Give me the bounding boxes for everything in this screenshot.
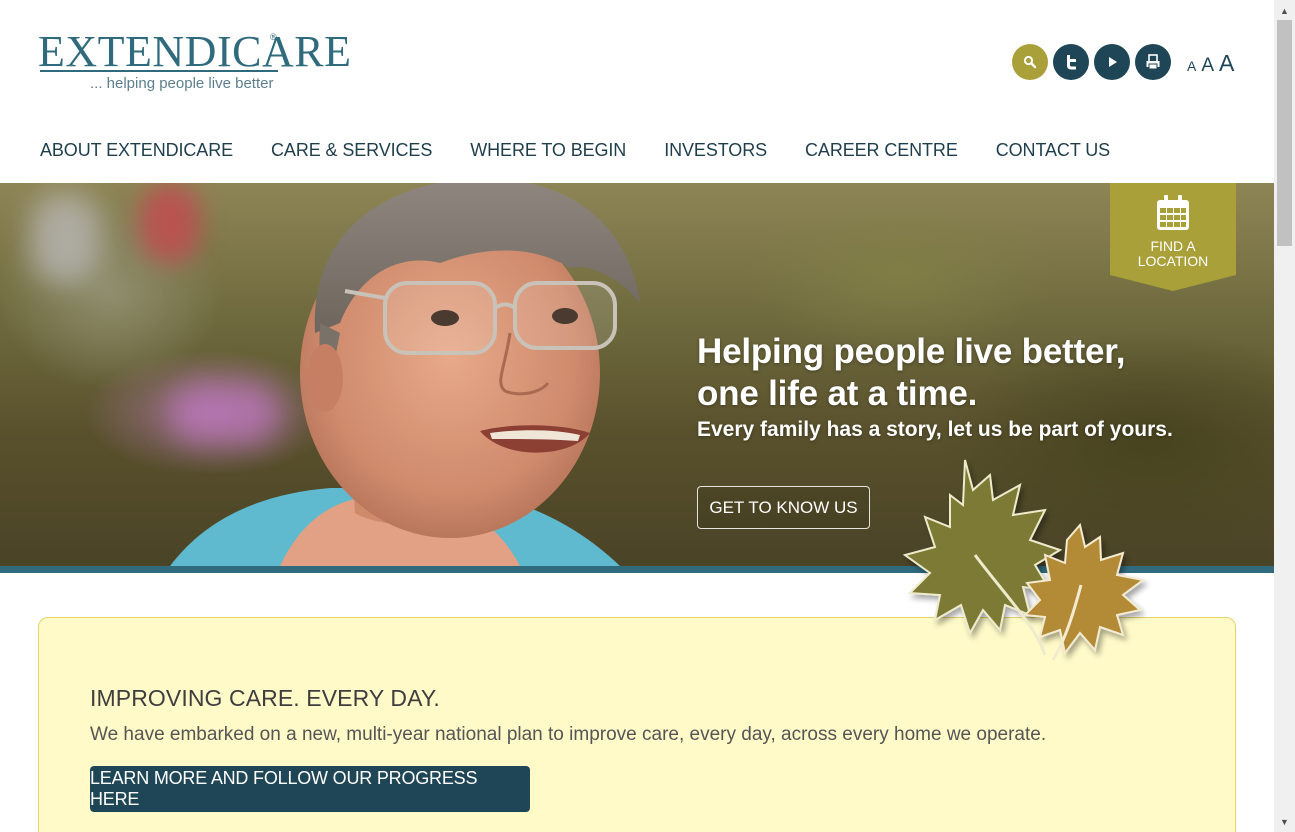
callout-text: We have embarked on a new, multi-year na…: [90, 724, 1047, 745]
logo-underline: [40, 70, 278, 72]
find-location-label-line-2: LOCATION: [1137, 253, 1209, 269]
nav-item-investors[interactable]: INVESTORS: [664, 140, 767, 161]
main-nav: ABOUT EXTENDICARE CARE & SERVICES WHERE …: [40, 140, 1148, 161]
text-size-large[interactable]: A: [1219, 50, 1234, 77]
callout-title: IMPROVING CARE. EVERY DAY.: [90, 685, 440, 711]
scroll-up-arrow-icon[interactable]: ▲: [1274, 2, 1295, 19]
calendar-icon: [1157, 195, 1189, 230]
find-location-label: FIND A LOCATION: [1110, 239, 1236, 269]
twitter-button[interactable]: [1053, 44, 1089, 80]
extendicare-logo[interactable]: EXTENDICARE ® ... helping people live be…: [38, 28, 351, 98]
nav-item-career-centre[interactable]: CAREER CENTRE: [805, 140, 958, 161]
hero-background-blur: [30, 193, 100, 283]
nav-item-where-to-begin[interactable]: WHERE TO BEGIN: [470, 140, 626, 161]
scrollbar-thumb[interactable]: [1277, 20, 1292, 246]
text-size-small[interactable]: A: [1187, 58, 1196, 74]
youtube-button[interactable]: [1094, 44, 1130, 80]
print-icon: [1146, 54, 1160, 70]
search-button[interactable]: [1012, 44, 1048, 80]
nav-item-care-services[interactable]: CARE & SERVICES: [271, 140, 432, 161]
find-location-label-line-1: FIND A: [1150, 238, 1196, 254]
twitter-icon: [1067, 55, 1076, 70]
nav-item-about[interactable]: ABOUT EXTENDICARE: [40, 140, 233, 161]
get-to-know-us-button[interactable]: GET TO KNOW US: [697, 486, 870, 529]
find-a-location-button[interactable]: FIND A LOCATION: [1110, 183, 1236, 291]
hero-headline-line-2: one life at a time.: [697, 374, 978, 413]
maple-leaves-icon: [902, 459, 1146, 661]
hero-portrait-image: [170, 183, 640, 566]
logo-registered-mark: ®: [270, 32, 277, 42]
text-size-medium[interactable]: A: [1201, 55, 1214, 77]
text-size-controls: A A A: [1187, 50, 1234, 77]
print-button[interactable]: [1135, 44, 1171, 80]
scroll-down-arrow-icon[interactable]: ▼: [1274, 813, 1295, 830]
learn-more-button[interactable]: LEARN MORE AND FOLLOW OUR PROGRESS HERE: [90, 766, 530, 812]
hero-headline: Helping people live better, one life at …: [697, 331, 1217, 415]
social-toolbar: [1012, 44, 1171, 80]
page: EXTENDICARE ® ... helping people live be…: [0, 0, 1274, 832]
hero-headline-line-1: Helping people live better,: [697, 332, 1126, 371]
vertical-scrollbar[interactable]: ▲ ▼: [1274, 0, 1295, 832]
nav-item-contact-us[interactable]: CONTACT US: [996, 140, 1110, 161]
youtube-icon: [1109, 57, 1117, 67]
logo-wordmark: EXTENDICARE: [38, 27, 352, 76]
hero-subheadline: Every family has a story, let us be part…: [697, 418, 1173, 441]
logo-tagline: ... helping people live better: [90, 75, 274, 92]
search-icon: [1023, 55, 1037, 69]
